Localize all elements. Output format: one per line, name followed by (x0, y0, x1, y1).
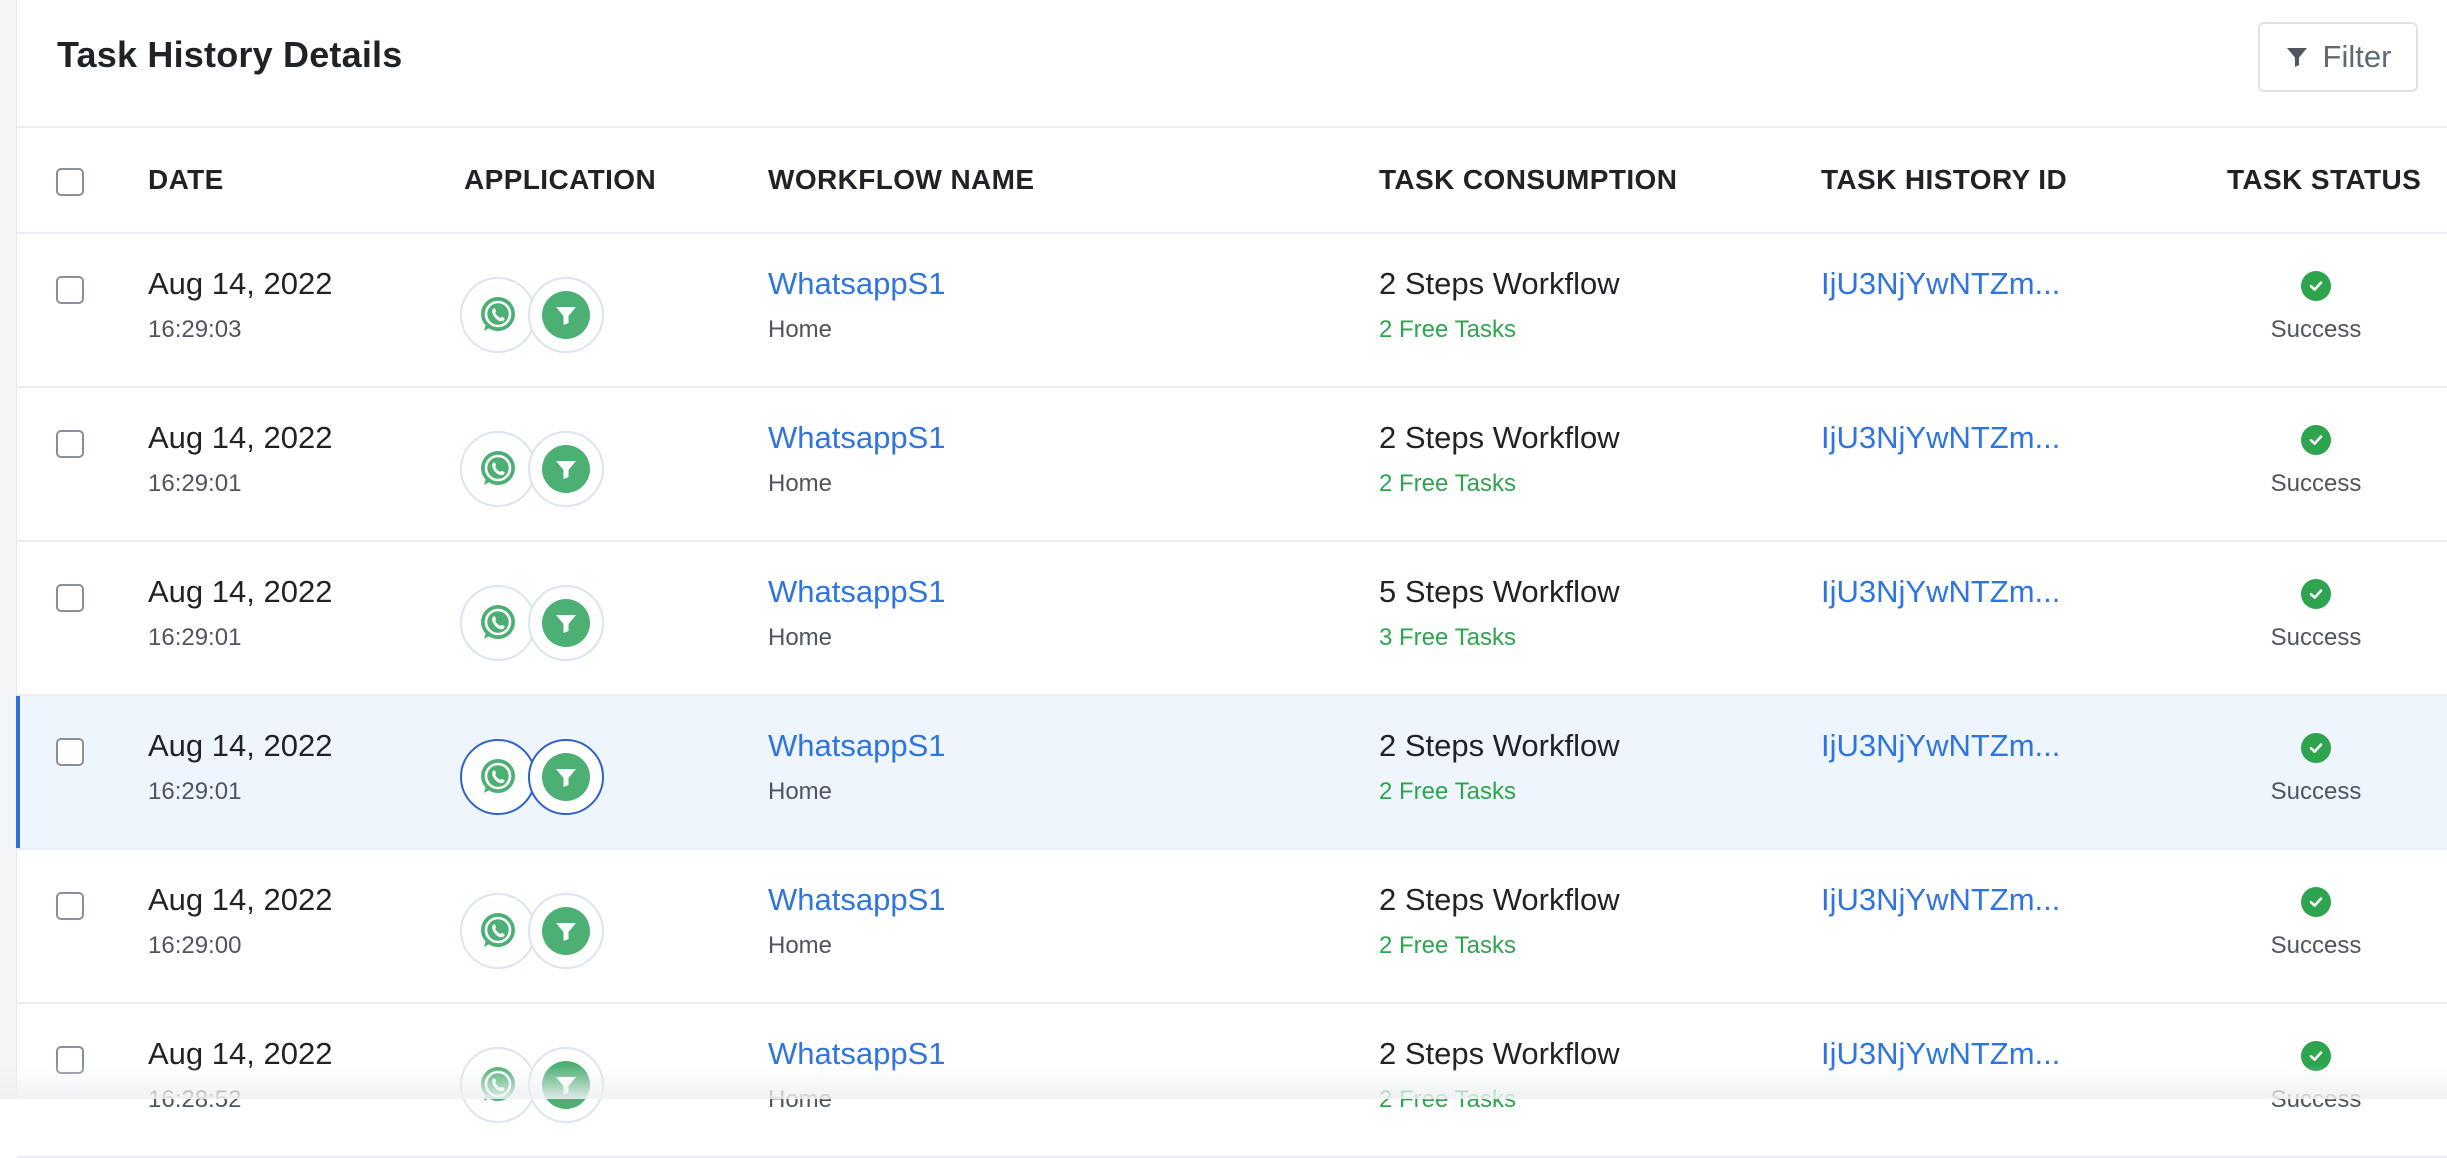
row-free-tasks: 2 Free Tasks (1379, 778, 1516, 805)
row-task-status: Success (2270, 932, 2362, 959)
row-date: Aug 14, 2022 (148, 1036, 333, 1071)
row-task-history-id-link[interactable]: IjU3NjYwNTZm... (1821, 1036, 2060, 1072)
success-check-icon (2301, 733, 2331, 763)
filter-funnel-icon (2286, 48, 2307, 67)
row-workflow-folder: Home (768, 778, 833, 805)
filter-button-label: Filter (2322, 39, 2392, 74)
row-time: 16:29:03 (148, 316, 242, 343)
row-workflow-link[interactable]: WhatsappS1 (768, 1036, 946, 1072)
column-header-task-history-id[interactable]: TASK HISTORY ID (1821, 164, 2067, 196)
column-header-workflow-name[interactable]: WORKFLOW NAME (768, 164, 1034, 196)
success-check-icon (2301, 887, 2331, 917)
column-header-date[interactable]: DATE (148, 164, 224, 196)
row-application-icons (460, 277, 620, 357)
filter-icon[interactable] (528, 893, 604, 969)
column-header-task-status[interactable]: TASK STATUS (2227, 164, 2421, 196)
row-task-consumption: 2 Steps Workflow (1379, 420, 1620, 455)
row-task-status: Success (2270, 624, 2362, 651)
row-task-consumption: 2 Steps Workflow (1379, 728, 1620, 763)
row-time: 16:29:00 (148, 932, 242, 959)
whatsapp-icon[interactable] (460, 893, 536, 969)
filter-icon[interactable] (528, 277, 604, 353)
row-task-consumption: 2 Steps Workflow (1379, 266, 1620, 301)
row-task-status: Success (2270, 470, 2362, 497)
row-workflow-link[interactable]: WhatsappS1 (768, 266, 946, 302)
row-date: Aug 14, 2022 (148, 574, 333, 609)
row-time: 16:29:01 (148, 778, 242, 805)
row-task-history-id-link[interactable]: IjU3NjYwNTZm... (1821, 420, 2060, 456)
row-task-consumption: 2 Steps Workflow (1379, 882, 1620, 917)
row-workflow-link[interactable]: WhatsappS1 (768, 420, 946, 456)
row-task-status: Success (2270, 778, 2362, 805)
row-application-icons (460, 431, 620, 511)
whatsapp-icon[interactable] (460, 585, 536, 661)
row-workflow-folder: Home (768, 470, 833, 497)
whatsapp-icon[interactable] (460, 431, 536, 507)
success-check-icon (2301, 579, 2331, 609)
row-task-history-id-link[interactable]: IjU3NjYwNTZm... (1821, 266, 2060, 302)
row-free-tasks: 2 Free Tasks (1379, 316, 1516, 343)
filter-icon[interactable] (528, 1047, 604, 1123)
filter-icon[interactable] (528, 585, 604, 661)
select-all-checkbox[interactable] (56, 168, 84, 196)
row-workflow-link[interactable]: WhatsappS1 (768, 728, 946, 764)
row-date: Aug 14, 2022 (148, 728, 333, 763)
row-checkbox[interactable] (56, 430, 84, 458)
row-workflow-link[interactable]: WhatsappS1 (768, 574, 946, 610)
row-free-tasks: 2 Free Tasks (1379, 1086, 1516, 1113)
row-checkbox[interactable] (56, 892, 84, 920)
row-workflow-folder: Home (768, 316, 833, 343)
row-date: Aug 14, 2022 (148, 882, 333, 917)
page-title: Task History Details (57, 34, 403, 75)
column-header-task-consumption[interactable]: TASK CONSUMPTION (1379, 164, 1677, 196)
row-workflow-link[interactable]: WhatsappS1 (768, 882, 946, 918)
row-task-consumption: 5 Steps Workflow (1379, 574, 1620, 609)
row-application-icons (460, 1047, 620, 1127)
row-application-icons (460, 585, 620, 665)
row-checkbox[interactable] (56, 584, 84, 612)
table-row[interactable]: Aug 14, 2022 16:29:01 WhatsappS1 Home 2 Step… (16, 696, 2447, 850)
task-history-panel: Task History Details Filter DATE APPLICA… (16, 0, 2447, 1158)
filter-button[interactable]: Filter (2258, 22, 2418, 92)
left-sidebar-edge (0, 0, 17, 1099)
table-row[interactable]: Aug 14, 2022 16:29:01 WhatsappS1 Home 5 Step… (17, 542, 2447, 696)
success-check-icon (2301, 271, 2331, 301)
row-task-consumption: 2 Steps Workflow (1379, 1036, 1620, 1071)
row-application-icons (460, 739, 620, 819)
row-workflow-folder: Home (768, 932, 833, 959)
panel-header: Task History Details Filter (17, 0, 2447, 128)
row-task-history-id-link[interactable]: IjU3NjYwNTZm... (1821, 882, 2060, 918)
table-row[interactable]: Aug 14, 2022 16:29:03 WhatsappS1 Home 2 Step… (17, 234, 2447, 388)
table-header: DATE APPLICATION WORKFLOW NAME TASK CONS… (17, 128, 2447, 234)
table-row[interactable]: Aug 14, 2022 16:29:00 WhatsappS1 Home 2 Step… (17, 850, 2447, 1004)
filter-icon[interactable] (528, 431, 604, 507)
row-application-icons (460, 893, 620, 973)
row-checkbox[interactable] (56, 738, 84, 766)
row-free-tasks: 2 Free Tasks (1379, 932, 1516, 959)
row-task-history-id-link[interactable]: IjU3NjYwNTZm... (1821, 728, 2060, 764)
row-date: Aug 14, 2022 (148, 420, 333, 455)
success-check-icon (2301, 1041, 2331, 1071)
row-free-tasks: 2 Free Tasks (1379, 470, 1516, 497)
row-time: 16:29:01 (148, 470, 242, 497)
row-checkbox[interactable] (56, 276, 84, 304)
success-check-icon (2301, 425, 2331, 455)
whatsapp-icon[interactable] (460, 1047, 536, 1123)
filter-icon[interactable] (528, 739, 604, 815)
row-date: Aug 14, 2022 (148, 266, 333, 301)
whatsapp-icon[interactable] (460, 739, 536, 815)
row-task-status: Success (2270, 1086, 2362, 1113)
row-time: 16:29:01 (148, 624, 242, 651)
row-time: 16:28:52 (148, 1086, 242, 1113)
table-row[interactable]: Aug 14, 2022 16:29:01 WhatsappS1 Home 2 Step… (17, 388, 2447, 542)
row-workflow-folder: Home (768, 1086, 833, 1113)
row-task-status: Success (2270, 316, 2362, 343)
row-free-tasks: 3 Free Tasks (1379, 624, 1516, 651)
table-row[interactable]: Aug 14, 2022 16:28:52 WhatsappS1 Home 2 Step… (17, 1004, 2447, 1158)
column-header-application[interactable]: APPLICATION (464, 164, 656, 196)
row-task-history-id-link[interactable]: IjU3NjYwNTZm... (1821, 574, 2060, 610)
whatsapp-icon[interactable] (460, 277, 536, 353)
row-checkbox[interactable] (56, 1046, 84, 1074)
row-workflow-folder: Home (768, 624, 833, 651)
